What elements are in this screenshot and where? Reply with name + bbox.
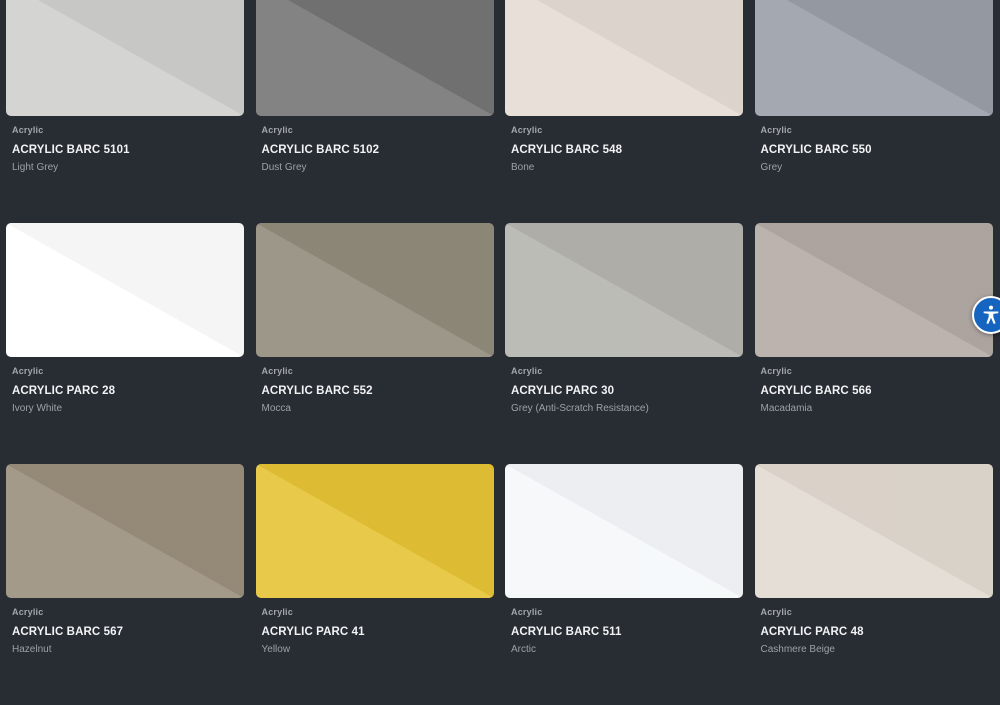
product-card[interactable]: Acrylic ACRYLIC BARC 511 Arctic xyxy=(505,464,743,705)
product-card[interactable]: Acrylic ACRYLIC BARC 567 Hazelnut xyxy=(6,464,244,705)
product-category: Acrylic xyxy=(760,607,792,617)
product-category: Acrylic xyxy=(511,366,543,376)
product-code[interactable]: ACRYLIC BARC 511 xyxy=(505,624,743,640)
product-card[interactable]: Acrylic ACRYLIC PARC 48 Cashmere Beige xyxy=(754,464,993,705)
product-code[interactable]: ACRYLIC PARC 48 xyxy=(755,624,993,640)
product-code[interactable]: ACRYLIC BARC 5101 xyxy=(6,142,244,158)
product-color-name: Macadamia xyxy=(760,403,813,414)
product-color-name: Grey xyxy=(760,162,783,173)
product-card[interactable]: Acrylic ACRYLIC BARC 5102 Dust Grey xyxy=(255,0,494,223)
product-category: Acrylic xyxy=(261,607,293,617)
product-color-name: Hazelnut xyxy=(12,644,52,655)
product-card[interactable]: Acrylic ACRYLIC PARC 28 Ivory White xyxy=(6,223,244,464)
product-card[interactable]: Acrylic ACRYLIC PARC 30 Grey (Anti-Scrat… xyxy=(505,223,743,464)
product-code[interactable]: ACRYLIC BARC 5102 xyxy=(256,142,494,158)
accessibility-icon xyxy=(983,305,999,324)
color-swatch[interactable] xyxy=(255,223,494,357)
product-color-name: Dust Grey xyxy=(261,162,307,173)
color-swatch[interactable] xyxy=(505,0,743,116)
product-category: Acrylic xyxy=(261,125,293,135)
product-code[interactable]: ACRYLIC PARC 41 xyxy=(256,624,494,640)
product-color-name: Ivory White xyxy=(12,403,63,414)
color-swatch[interactable] xyxy=(505,223,743,357)
product-color-name: Mocca xyxy=(261,403,291,414)
product-grid: Acrylic ACRYLIC BARC 5101 Light Grey Acr… xyxy=(6,0,994,705)
color-swatch[interactable] xyxy=(6,0,244,116)
color-swatch[interactable] xyxy=(6,464,244,598)
product-code[interactable]: ACRYLIC BARC 566 xyxy=(755,383,993,399)
product-code[interactable]: ACRYLIC BARC 552 xyxy=(256,383,494,399)
product-code[interactable]: ACRYLIC BARC 550 xyxy=(755,142,993,158)
color-swatch[interactable] xyxy=(255,464,494,598)
product-card[interactable]: Acrylic ACRYLIC PARC 41 Yellow xyxy=(255,464,494,705)
color-swatch[interactable] xyxy=(505,464,743,598)
product-card[interactable]: Acrylic ACRYLIC BARC 5101 Light Grey xyxy=(6,0,244,223)
product-code[interactable]: ACRYLIC BARC 548 xyxy=(505,142,743,158)
color-swatch[interactable] xyxy=(255,0,494,116)
product-color-name: Bone xyxy=(511,162,535,173)
product-category: Acrylic xyxy=(511,125,543,135)
color-swatch[interactable] xyxy=(754,223,993,357)
color-swatch[interactable] xyxy=(754,0,993,116)
product-category: Acrylic xyxy=(12,607,44,617)
product-category: Acrylic xyxy=(760,366,792,376)
product-color-name: Grey (Anti-Scratch Resistance) xyxy=(511,403,649,414)
product-category: Acrylic xyxy=(12,125,44,135)
product-category: Acrylic xyxy=(511,607,543,617)
product-color-name: Yellow xyxy=(261,644,291,655)
product-color-name: Arctic xyxy=(511,644,536,655)
product-code[interactable]: ACRYLIC PARC 28 xyxy=(6,383,244,399)
product-category: Acrylic xyxy=(261,366,293,376)
product-color-name: Light Grey xyxy=(12,162,59,173)
product-card[interactable]: Acrylic ACRYLIC BARC 550 Grey xyxy=(754,0,993,223)
product-card[interactable]: Acrylic ACRYLIC BARC 552 Mocca xyxy=(255,223,494,464)
product-category: Acrylic xyxy=(12,366,44,376)
product-code[interactable]: ACRYLIC BARC 567 xyxy=(6,624,244,640)
product-category: Acrylic xyxy=(760,125,792,135)
product-color-name: Cashmere Beige xyxy=(760,644,835,655)
color-swatch[interactable] xyxy=(6,223,244,357)
product-card[interactable]: Acrylic ACRYLIC BARC 566 Macadamia xyxy=(754,223,993,464)
color-swatch[interactable] xyxy=(754,464,993,598)
product-code[interactable]: ACRYLIC PARC 30 xyxy=(505,383,743,399)
product-card[interactable]: Acrylic ACRYLIC BARC 548 Bone xyxy=(505,0,743,223)
